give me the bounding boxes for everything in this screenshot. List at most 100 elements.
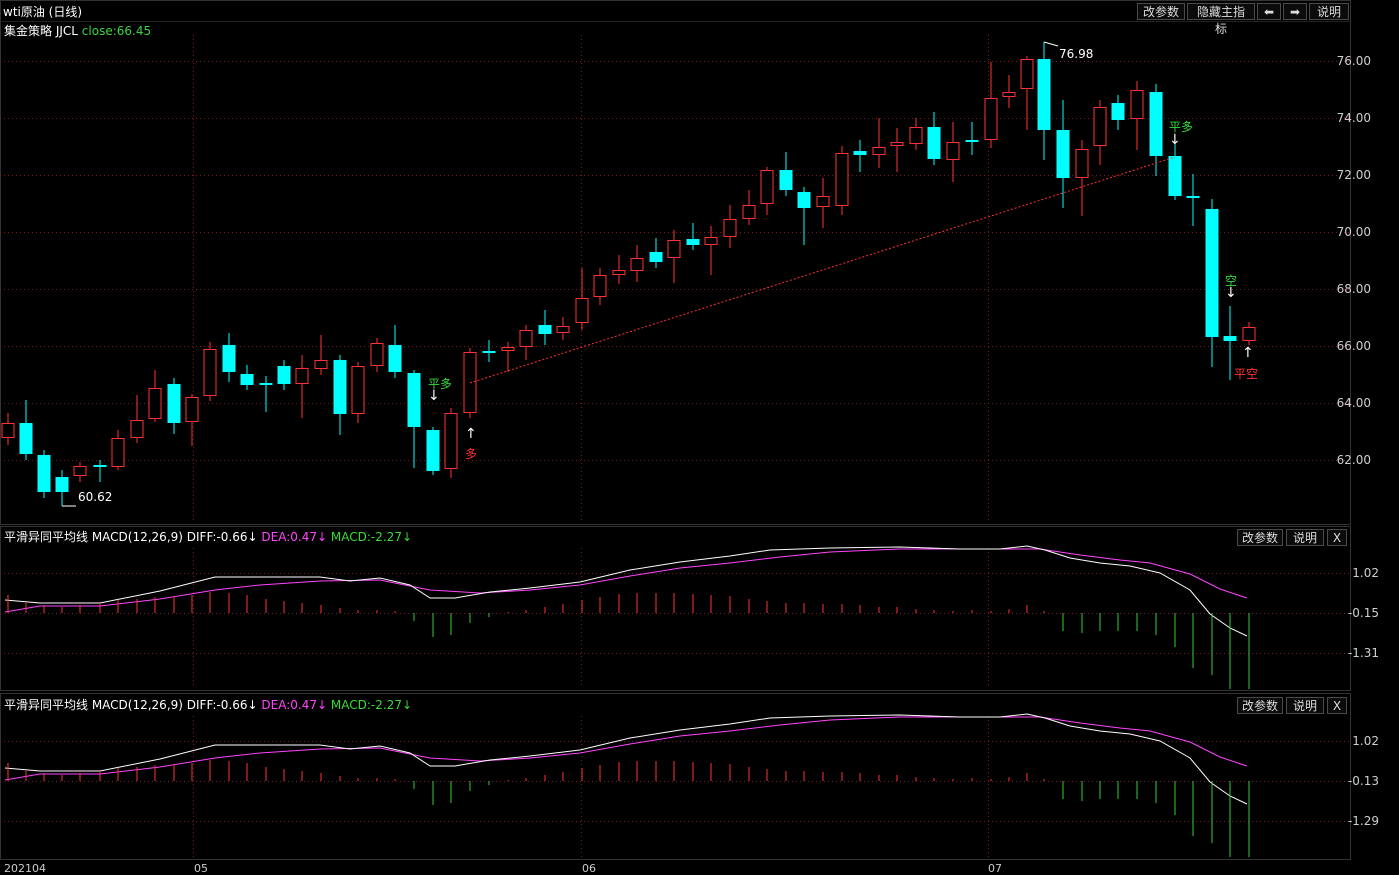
- candle-body: [686, 239, 700, 245]
- macd2-params-button[interactable]: 改参数: [1237, 697, 1283, 714]
- candle-body: [890, 142, 904, 146]
- diff-line: [4, 713, 1248, 805]
- macd2-close-icon[interactable]: X: [1327, 697, 1347, 714]
- diff-line: [4, 545, 1248, 637]
- candle-body: [55, 477, 69, 492]
- y-tick-label: 76.00: [1336, 54, 1371, 68]
- macd2-help-button[interactable]: 说明: [1286, 697, 1324, 714]
- candle-body: [167, 384, 181, 423]
- y-tick-label: 74.00: [1336, 111, 1371, 125]
- candle-body: [277, 366, 291, 384]
- x-tick-label: 202104: [4, 862, 46, 875]
- high-price-label: 76.98: [1059, 47, 1094, 61]
- candle-body: [130, 420, 144, 438]
- x-tick-label: 06: [582, 862, 596, 875]
- candle-body: [1130, 90, 1144, 119]
- candle-body: [593, 275, 607, 297]
- candle-body: [1205, 209, 1219, 337]
- macd-value: MACD:-2.27↓: [330, 698, 413, 712]
- candle-body: [538, 325, 552, 334]
- candle-body: [816, 196, 830, 207]
- arrow-down-icon: ↓: [1169, 132, 1181, 148]
- macd1-y-tick: -1.31: [1347, 646, 1379, 660]
- macd1-y-tick: 1.02: [1352, 566, 1379, 580]
- candle-body: [1037, 59, 1051, 130]
- macd-value: MACD:-2.27↓: [330, 530, 413, 544]
- candle-body: [240, 374, 254, 385]
- candle-body: [1223, 336, 1237, 341]
- macd2-y-tick: -0.13: [1347, 774, 1379, 788]
- candle-body: [667, 240, 681, 258]
- macd2-panel-border: [0, 693, 1351, 860]
- macd-diff: DIFF:-0.66↓: [186, 698, 258, 712]
- macd2-y-tick: 1.02: [1352, 734, 1379, 748]
- candle-body: [388, 345, 402, 372]
- candle-body: [351, 366, 365, 414]
- candle-body: [1075, 149, 1089, 178]
- arrow-down-icon: ↓: [428, 388, 440, 404]
- y-tick-label: 72.00: [1336, 168, 1371, 182]
- candle-body: [111, 438, 125, 467]
- y-tick-label: 62.00: [1336, 453, 1371, 467]
- candle-body: [73, 466, 87, 476]
- signal-long: 多: [465, 447, 478, 461]
- y-tick-label: 66.00: [1336, 339, 1371, 353]
- macd-name: 平滑异同平均线 MACD(12,26,9): [4, 530, 183, 544]
- candle-body: [148, 388, 162, 419]
- candle-body: [185, 397, 199, 422]
- macd1-close-icon[interactable]: X: [1327, 529, 1347, 546]
- candle-body: [612, 270, 626, 275]
- candle-body: [779, 170, 793, 190]
- macd-name: 平滑异同平均线 MACD(12,26,9): [4, 698, 183, 712]
- candle-body: [984, 98, 998, 140]
- candle-body: [742, 205, 756, 219]
- macd2-y-tick: -1.29: [1347, 814, 1379, 828]
- candle-body: [1056, 130, 1070, 178]
- candle-body: [835, 153, 849, 206]
- macd1-y-tick: -0.15: [1347, 606, 1379, 620]
- candle-body: [575, 298, 589, 323]
- candle-body: [295, 368, 309, 384]
- candle-body: [314, 360, 328, 369]
- candle-body: [723, 219, 737, 237]
- macd-dea: DEA:0.47↓: [261, 530, 328, 544]
- candle-body: [19, 423, 33, 454]
- candle-body: [872, 147, 886, 155]
- high-marker: [1043, 41, 1059, 47]
- dea-line: [4, 548, 1248, 613]
- candle-body: [426, 430, 440, 471]
- candle-body: [407, 373, 421, 427]
- candle-body: [556, 326, 570, 333]
- candle-body: [1002, 92, 1016, 97]
- macd-dea: DEA:0.47↓: [261, 698, 328, 712]
- candle-body: [333, 360, 347, 414]
- low-price-label: 60.62: [78, 490, 113, 504]
- candle-body: [630, 258, 644, 271]
- candle-body: [1111, 103, 1125, 120]
- macd-panel-1-header: 平滑异同平均线 MACD(12,26,9) DIFF:-0.66↓ DEA:0.…: [4, 528, 412, 545]
- x-tick-label: 05: [194, 862, 208, 875]
- candle-body: [649, 252, 663, 262]
- macd1-help-button[interactable]: 说明: [1286, 529, 1324, 546]
- candle-body: [1093, 107, 1107, 146]
- y-tick-label: 70.00: [1336, 225, 1371, 239]
- macd-panel-2-header: 平滑异同平均线 MACD(12,26,9) DIFF:-0.66↓ DEA:0.…: [4, 696, 412, 713]
- candle-body: [797, 192, 811, 208]
- macd1-panel-border: [0, 526, 1351, 691]
- candle-body: [704, 237, 718, 245]
- macd1-params-button[interactable]: 改参数: [1237, 529, 1283, 546]
- candle-body: [1242, 327, 1256, 341]
- candle-body: [1, 423, 15, 438]
- candle-body: [853, 151, 867, 155]
- dea-line: [4, 716, 1248, 781]
- candle-body: [37, 455, 51, 492]
- candle-body: [1020, 59, 1034, 89]
- y-tick-label: 68.00: [1336, 282, 1371, 296]
- y-tick-label: 64.00: [1336, 396, 1371, 410]
- candle-body: [501, 347, 515, 351]
- candle-body: [519, 330, 533, 347]
- arrow-down-icon: ↓: [1225, 285, 1237, 301]
- signal-flat-short: 平空: [1234, 367, 1259, 381]
- main-panel-border: [0, 0, 1351, 525]
- macd-diff: DIFF:-0.66↓: [186, 530, 258, 544]
